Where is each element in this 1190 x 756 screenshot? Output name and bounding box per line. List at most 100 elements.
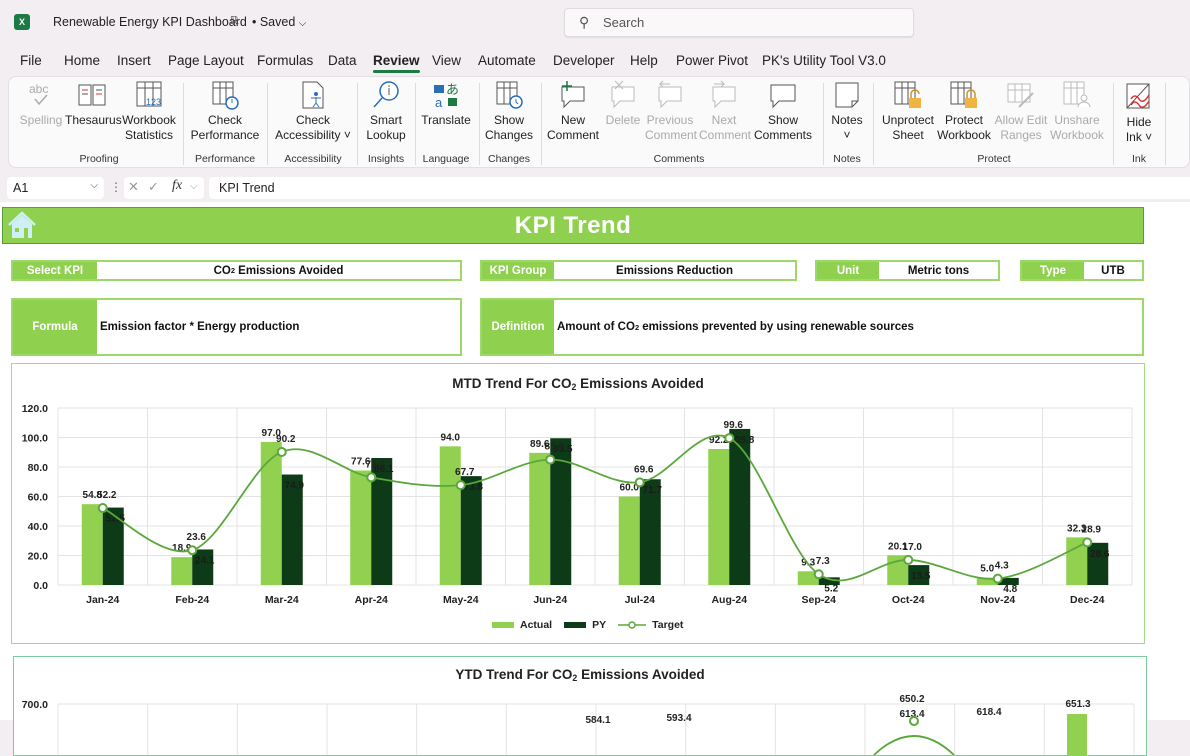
group-label-changes: Changes [487,153,531,165]
y-tick-label: 80.0 [28,462,49,474]
insert-function-icon[interactable]: fx [172,178,182,194]
check-accessibility-button[interactable]: Check Accessibility ˅ [273,79,353,143]
menu-tab-help[interactable]: Help [630,53,658,68]
menu-tab-formulas[interactable]: Formulas [257,53,313,68]
translate-button[interactable]: あa Translate [419,79,473,128]
enter-check-icon[interactable]: ✓ [148,179,159,195]
ytd-target-marker [909,716,919,726]
mtd-trend-chart[interactable]: MTD Trend For CO2 Emissions Avoided 0.0 2… [11,363,1145,644]
x-tick-label: Feb-24 [175,594,209,606]
protect-workbook-label-1: Protect [944,113,983,127]
spelling-button[interactable]: abc Spelling [19,79,63,128]
menu-bar: File Home Insert Page Layout Formulas Data Rev… [0,48,1190,74]
more-options-icon[interactable]: ⋮ [110,180,122,194]
group-label-protect: Protect [977,153,1011,165]
check-performance-label-1: Check [207,113,242,127]
ytd-data-label: 651.3 [1065,699,1090,710]
target-marker [187,545,198,556]
previous-comment-label-2: Comment [645,128,698,142]
check-performance-button[interactable]: Check Performance [189,79,261,143]
data-label-target: 69.6 [634,464,654,475]
dashboard-title: KPI Trend [514,212,632,239]
allow-edit-ranges-button[interactable]: Allow Edit Ranges [993,79,1049,143]
ytd-target-line [873,735,955,755]
save-status[interactable]: • Saved ⌵ [252,15,306,29]
ytd-data-label: 618.4 [976,707,1001,718]
kpi-group-label: KPI Group [482,262,554,279]
protect-workbook-button[interactable]: Protect Workbook [935,79,993,143]
x-tick-label: Apr-24 [355,594,388,606]
check-accessibility-label-1: Check [295,113,330,127]
unshare-workbook-button[interactable]: Unshare Workbook [1049,79,1105,143]
delete-comment-button[interactable]: Delete [603,79,643,128]
menu-tab-home[interactable]: Home [64,53,100,68]
type-value: UTB [1101,264,1125,277]
allow-edit-ranges-label-2: Ranges [1000,128,1042,142]
spelling-icon: abc [29,82,48,106]
chevron-down-icon[interactable]: ⌵ [190,181,198,192]
formula-value: Emission factor * Energy production [100,321,300,333]
ribbon-separator [267,83,268,165]
menu-tab-insert[interactable]: Insert [117,53,151,68]
menu-tab-data[interactable]: Data [328,53,357,68]
bar-actual [350,470,372,585]
menu-tab-page-layout[interactable]: Page Layout [168,53,244,68]
x-tick-label: Jan-24 [86,594,119,606]
dashboard-banner: KPI Trend [2,207,1144,244]
menu-tab-view[interactable]: View [432,53,461,68]
unit-value: Metric tons [907,264,970,277]
menu-tab-pk-s-utility-tool-v3-0[interactable]: PK's Utility Tool V3.0 [762,53,886,68]
name-box[interactable]: A1 ⌵ [7,177,104,199]
chevron-down-icon: ⌵ [90,180,98,191]
previous-comment-button[interactable]: Previous Comment [645,79,698,143]
definition-value-prefix: Amount of CO [557,321,635,333]
menu-tab-power-pivot[interactable]: Power Pivot [676,53,748,68]
next-comment-button[interactable]: Next Comment [699,79,751,143]
unprotect-sheet-button[interactable]: Unprotect Sheet [877,79,939,143]
formula-input[interactable]: KPI Trend [209,177,1190,199]
thesaurus-button[interactable]: Thesaurus [65,79,122,128]
show-changes-label-2: Changes [484,128,534,142]
show-comments-button[interactable]: Show Comments [753,79,813,143]
new-comment-button[interactable]: New Comment [545,79,601,143]
target-marker [1082,537,1093,548]
allow-edit-ranges-label-1: Allow Edit [994,113,1048,127]
bar-actual [708,449,730,585]
data-label-target: 73.0 [366,459,386,470]
smart-lookup-button[interactable]: Smart Lookup [363,79,409,143]
select-kpi-value-suffix: Emissions Avoided [234,264,344,277]
notes-button[interactable]: Notes ˅ [827,79,867,143]
data-label-target: 4.3 [995,561,1009,572]
x-tick-label: Dec-24 [1070,594,1105,606]
search-input[interactable]: ⚲ Search [564,8,914,37]
save-status-text: • Saved [252,15,296,29]
ytd-trend-chart[interactable]: YTD Trend For CO2 Emissions Avoided 700.… [13,656,1147,756]
select-kpi-dropdown[interactable]: CO 2 Emissions Avoided [97,262,460,279]
excel-logo-icon: X [14,14,30,30]
legend-py-swatch [564,622,587,628]
unshare-workbook-label-1: Unshare [1054,113,1100,127]
kpi-group-value: Emissions Reduction [616,264,733,277]
definition-value-suffix: emissions prevented by using renewable s… [639,321,914,333]
show-changes-button[interactable]: Show Changes [483,79,535,143]
hide-ink-button[interactable]: Hide Ink ˅ [1119,81,1159,145]
cancel-icon[interactable]: ✕ [128,179,139,195]
protect-workbook-label-2: Workbook [937,128,991,142]
hide-ink-icon [1126,83,1150,109]
worksheet: KPI Trend Select KPI CO 2 Emissions Avoid… [0,202,1190,756]
formula-label: Formula [13,300,97,354]
x-tick-label: Mar-24 [265,594,299,606]
x-tick-label: Oct-24 [892,594,925,606]
delete-comment-label: Delete [605,113,641,127]
data-label-py: 5.2 [824,583,838,594]
menu-tab-automate[interactable]: Automate [478,53,536,68]
menu-tab-developer[interactable]: Developer [553,53,615,68]
workbook-statistics-button[interactable]: 123 Workbook Statistics [121,79,177,143]
menu-tab-file[interactable]: File [20,53,42,68]
menu-tab-review[interactable]: Review [373,53,420,73]
share-status-icon[interactable]: ℝ [230,14,239,27]
translate-label: Translate [421,113,471,127]
x-tick-label: Jun-24 [533,594,567,606]
data-label-py: 24.1 [195,555,215,566]
svg-text:123: 123 [146,97,161,107]
